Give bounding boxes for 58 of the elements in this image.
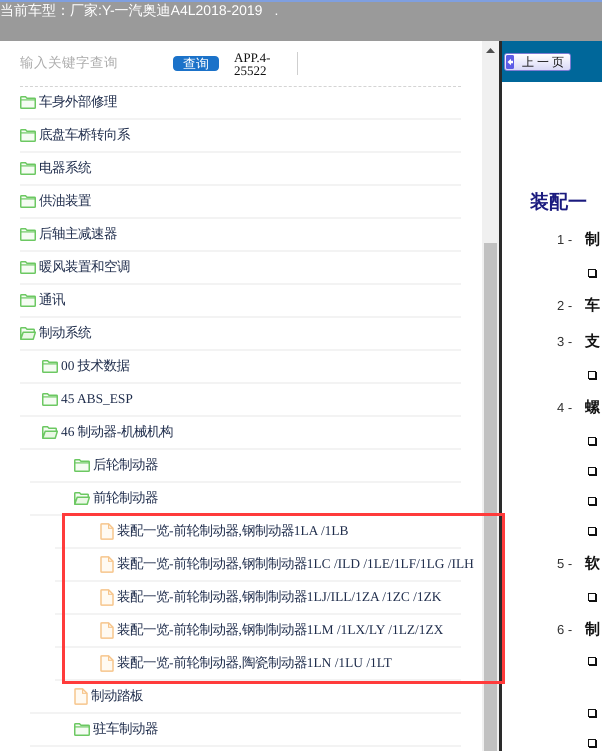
tree-item[interactable]: 装配一览-前轮制动器,陶瓷制动器1LN /1LU /1LT <box>100 653 392 674</box>
tree-item[interactable]: 制动系统 <box>20 323 91 344</box>
tree-item[interactable]: 驻车制动器 <box>74 719 158 740</box>
tree-item[interactable]: 装配一览-前轮制动器,钢制制动器1LM /1LX/LY /1LZ/1ZX <box>100 620 444 641</box>
section-title: 制 <box>585 620 600 640</box>
square-bullet-icon <box>588 657 596 665</box>
section-number: 4 - <box>556 399 574 418</box>
square-bullet-icon <box>588 497 596 505</box>
section-number: 6 - <box>556 621 574 640</box>
tree-item[interactable]: 后轮制动器 <box>74 455 158 476</box>
tree-item[interactable]: 暖风装置和空调 <box>20 257 130 278</box>
section-title: 制 <box>585 230 600 250</box>
square-bullet-icon <box>588 437 596 445</box>
section-title: 车 <box>585 296 600 316</box>
search-button[interactable]: 查询 <box>173 56 219 71</box>
model-suffix: . <box>274 2 278 18</box>
section-title: 软 <box>585 554 600 574</box>
square-bullet-icon <box>588 527 596 535</box>
section-number: 3 - <box>556 333 574 352</box>
document-icon <box>100 654 114 672</box>
section-number: 5 - <box>556 555 574 574</box>
tree-item[interactable]: 00 技术数据 <box>42 356 130 377</box>
document-icon <box>74 688 88 705</box>
document-icon <box>100 556 114 573</box>
document-icon <box>100 588 114 606</box>
tree-item[interactable]: 装配一览-前轮制动器,钢制制动器1LC /ILD /1LE/1LF/1LG /ILH <box>100 554 474 575</box>
tree-item[interactable]: 通讯 <box>20 290 65 311</box>
section-title: 支 <box>585 332 600 352</box>
model-label: 当前车型： <box>0 2 70 18</box>
model-name: 厂家:Y-一汽奥迪A4L2018-2019 <box>70 2 262 18</box>
tree-item[interactable]: 装配一览-前轮制动器,钢制动器1LA /1LB <box>100 521 348 542</box>
document-icon <box>100 522 114 540</box>
tree-item[interactable]: 45 ABS_ESP <box>42 389 133 410</box>
square-bullet-icon <box>588 709 596 717</box>
scroll-up-arrow-icon[interactable] <box>486 48 495 53</box>
tree-item[interactable]: 后轴主减速器 <box>20 224 117 245</box>
tree-item[interactable]: 装配一览-前轮制动器,钢制制动器1LJ/ILL/1ZA /1ZC /1ZK <box>100 587 442 608</box>
app-code: APP.4-25522 <box>234 50 272 76</box>
tree-item[interactable]: 46 制动器-机械机构 <box>42 422 174 443</box>
tree-item[interactable]: 底盘车桥转向系 <box>20 125 130 146</box>
tree-item[interactable]: 电器系统 <box>20 158 91 179</box>
document-heading: 装配一 <box>529 191 588 215</box>
tree-item[interactable]: 前轮制动器 <box>74 488 158 509</box>
tree-item[interactable]: 车身外部修理 <box>20 92 117 113</box>
square-bullet-icon <box>588 467 596 475</box>
square-bullet-icon <box>588 593 596 601</box>
square-bullet-icon <box>588 269 596 277</box>
search-field[interactable]: 输入关键字查询 <box>20 53 170 74</box>
previous-page-button[interactable]: 上一页 <box>504 53 571 71</box>
square-bullet-icon <box>588 371 596 379</box>
section-number: 1 - <box>556 231 574 250</box>
section-number: 2 - <box>556 297 574 316</box>
scrollbar-thumb[interactable] <box>484 243 497 751</box>
document-icon <box>100 622 114 639</box>
section-title: 螺 <box>585 398 600 418</box>
tree-item[interactable]: 供油装置 <box>20 191 91 212</box>
tree-item[interactable]: 制动踏板 <box>74 686 143 707</box>
square-bullet-icon <box>588 739 596 747</box>
